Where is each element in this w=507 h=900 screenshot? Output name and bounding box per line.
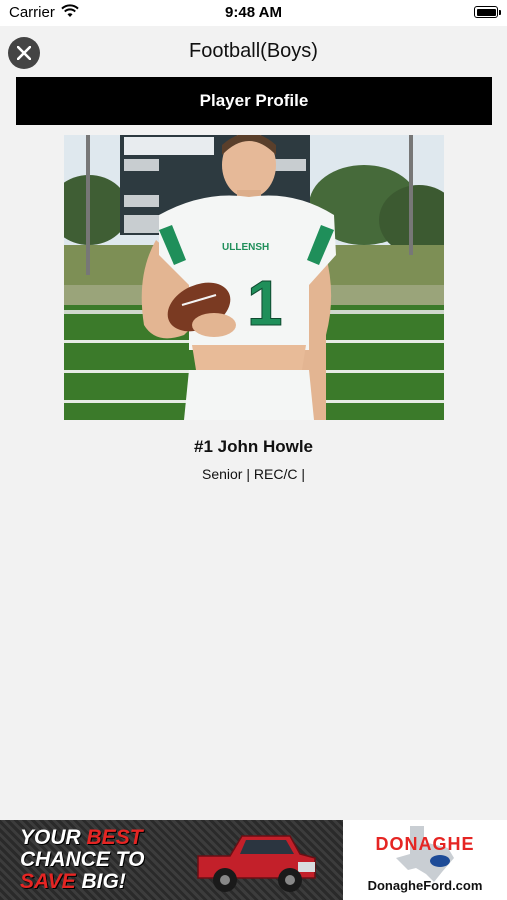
section-header-label: Player Profile <box>199 91 309 110</box>
ad-line3-b: BIG! <box>75 870 126 893</box>
section-header: Player Profile <box>16 77 492 125</box>
jersey-number: 1 <box>247 267 283 339</box>
status-bar: Carrier 9:48 AM <box>0 0 507 26</box>
ad-brand-name: DONAGHE <box>375 834 475 854</box>
ad-line1-a: YOUR <box>20 826 87 849</box>
page-title: Football(Boys) <box>189 40 318 62</box>
player-name: #1 John Howle <box>193 437 314 456</box>
clock: 9:48 AM <box>225 4 282 21</box>
nav-bar: Football(Boys) <box>0 26 507 76</box>
ad-url: DonagheFord.com <box>367 878 483 893</box>
player-photo: ULLENSH 1 <box>64 135 444 420</box>
truck-image <box>190 826 320 900</box>
ad-line2: CHANCE TO <box>20 848 145 871</box>
ad-line1-b: BEST <box>86 826 143 849</box>
player-details: Senior | REC/C | <box>202 466 305 482</box>
ad-line3-a: SAVE <box>20 870 76 893</box>
battery-icon <box>474 6 501 18</box>
ad-banner[interactable]: YOUR BEST CHANCE TO SAVE BIG! DONAGHE Do… <box>0 820 507 900</box>
ad-brand-panel: DONAGHE DonagheFord.com <box>343 820 507 900</box>
ad-headline: YOUR BEST CHANCE TO SAVE BIG! <box>20 827 180 893</box>
svg-text:ULLENSH: ULLENSH <box>222 242 269 253</box>
